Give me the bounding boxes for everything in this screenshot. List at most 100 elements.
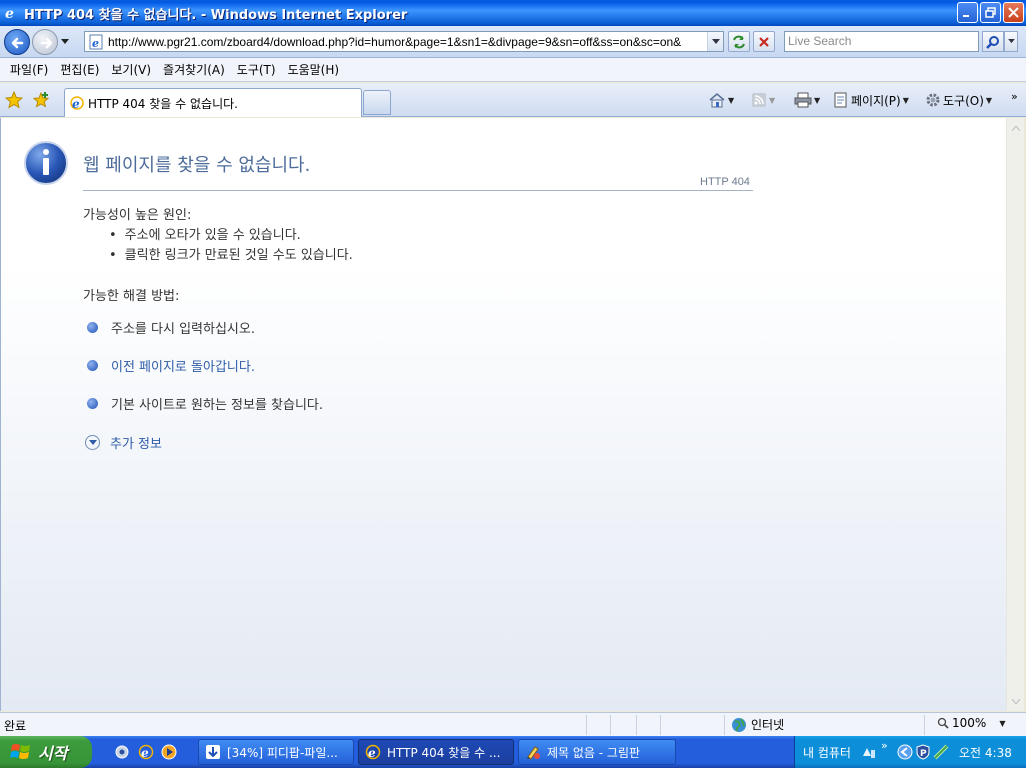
address-dropdown-button[interactable]	[707, 32, 723, 51]
address-bar[interactable]: e http://www.pgr21.com/zboard4/download.…	[84, 31, 724, 52]
more-info-label[interactable]: 추가 정보	[110, 433, 162, 452]
divider	[83, 190, 753, 191]
divider	[586, 715, 587, 735]
star-icon	[5, 91, 23, 109]
zoom-icon	[937, 717, 949, 729]
error-code: HTTP 404	[700, 176, 750, 188]
tools-menu-button[interactable]: 도구(O) ▼	[925, 90, 992, 110]
new-tab-button[interactable]	[363, 90, 391, 115]
svg-text:P: P	[920, 749, 927, 759]
svg-text:e: e	[141, 746, 149, 760]
svg-text:e: e	[72, 97, 80, 111]
ie-icon: e	[5, 6, 14, 21]
start-button[interactable]: 시작	[0, 736, 92, 768]
status-text: 완료	[4, 719, 27, 733]
back-button[interactable]	[4, 29, 30, 55]
search-input[interactable]: Live Search	[784, 31, 979, 52]
network-icon[interactable]	[933, 744, 949, 760]
shield-icon[interactable]: P	[915, 744, 931, 760]
taskbar-item-paint[interactable]: 제목 없음 - 그림판	[518, 739, 676, 765]
window-controls	[957, 2, 1024, 23]
print-icon	[794, 92, 812, 108]
task-label: 제목 없음 - 그림판	[547, 745, 641, 760]
chevron-down-icon	[711, 38, 720, 44]
taskbar: 시작 e [34%] 피디팝-파일... e HTTP 404 찾을 수 ...…	[0, 736, 1026, 768]
print-button[interactable]: ▼	[794, 90, 820, 110]
menu-tools[interactable]: 도구(T)	[231, 61, 282, 78]
windows-logo-icon	[10, 744, 30, 759]
refresh-button[interactable]	[728, 31, 750, 52]
zoom-control[interactable]: 100% ▼	[937, 716, 1005, 730]
tray-toolbar-label[interactable]: 내 컴퓨터	[803, 744, 851, 761]
title-bar[interactable]: e HTTP 404 찾을 수 없습니다. - Windows Internet…	[0, 0, 1026, 26]
forward-button[interactable]	[32, 29, 58, 55]
solution-text: 주소를 다시 입력하십시오.	[111, 322, 255, 337]
divider	[724, 715, 725, 735]
vertical-scrollbar[interactable]	[1006, 118, 1024, 711]
mixer-icon[interactable]	[861, 744, 877, 760]
quicklaunch-media-icon[interactable]	[161, 744, 177, 760]
menu-favorites[interactable]: 즐겨찾기(A)	[157, 61, 231, 78]
menu-edit[interactable]: 편집(E)	[54, 61, 105, 78]
security-zone[interactable]: 인터넷	[731, 716, 784, 733]
tab-current[interactable]: e HTTP 404 찾을 수 없습니다.	[64, 88, 362, 117]
divider	[636, 715, 637, 735]
rss-feed-icon	[752, 93, 766, 107]
quicklaunch-ie-icon[interactable]: e	[138, 744, 154, 760]
chevron-down-icon: ▼	[769, 95, 776, 105]
more-commands-button[interactable]: »	[1011, 86, 1018, 106]
url-field[interactable]: http://www.pgr21.com/zboard4/download.ph…	[108, 35, 707, 49]
cause-list: 주소에 오타가 있을 수 있습니다. 클릭한 링크가 만료된 것일 수도 있습니…	[109, 224, 353, 264]
menu-help[interactable]: 도움말(H)	[282, 61, 346, 78]
go-back-link[interactable]: 이전 페이지로 돌아갑니다.	[87, 356, 255, 375]
stop-button[interactable]	[753, 31, 775, 52]
search-options-button[interactable]	[1004, 31, 1018, 52]
menu-view[interactable]: 보기(V)	[105, 61, 157, 78]
close-button[interactable]	[1003, 2, 1024, 23]
tray-expand-button[interactable]: »	[881, 739, 888, 752]
taskbar-item-download[interactable]: [34%] 피디팝-파일...	[198, 739, 354, 765]
chevron-down-icon: ▼	[728, 95, 735, 105]
scroll-up-button[interactable]	[1008, 120, 1024, 136]
bullet-icon	[87, 360, 98, 371]
solution-text[interactable]: 이전 페이지로 돌아갑니다.	[111, 356, 255, 375]
page-menu-button[interactable]: 페이지(P) ▼	[833, 90, 909, 110]
scroll-down-button[interactable]	[1008, 693, 1024, 709]
add-star-icon	[32, 91, 50, 108]
chevron-down-icon: ▼	[814, 95, 821, 105]
start-label: 시작	[38, 744, 68, 763]
zoom-level: 100%	[952, 716, 987, 730]
cause-heading: 가능성이 높은 원인:	[83, 208, 192, 223]
chevron-down-icon: ▼	[902, 95, 909, 105]
restore-button[interactable]	[980, 2, 1001, 23]
add-favorites-button[interactable]	[31, 90, 51, 110]
quicklaunch-settings-icon[interactable]	[114, 744, 130, 760]
list-item: 주소에 오타가 있을 수 있습니다.	[109, 224, 353, 244]
list-item: 클릭한 링크가 만료된 것일 수도 있습니다.	[109, 244, 353, 264]
gear-icon	[926, 93, 940, 107]
bullet-icon	[87, 322, 98, 333]
forward-arrow-icon	[40, 37, 53, 49]
history-dropdown-icon[interactable]	[61, 39, 69, 45]
home-button[interactable]: ▼	[708, 90, 734, 110]
more-info-link[interactable]: 추가 정보	[85, 433, 162, 452]
status-bar: 완료 인터넷 100% ▼	[0, 712, 1026, 736]
system-tray: 내 컴퓨터 » P 오전 4:38	[794, 736, 1026, 768]
task-label: HTTP 404 찾을 수 ...	[387, 745, 501, 760]
taskbar-item-ie[interactable]: e HTTP 404 찾을 수 ...	[358, 739, 514, 765]
info-icon	[24, 141, 68, 185]
menu-file[interactable]: 파일(F)	[4, 61, 54, 78]
page-title: 웹 페이지를 찾을 수 없습니다.	[83, 155, 311, 176]
divider	[660, 715, 661, 735]
task-label: [34%] 피디팝-파일...	[227, 745, 338, 760]
solution-item: 기본 사이트로 원하는 정보를 찾습니다.	[87, 394, 323, 413]
ie-icon: e	[365, 744, 381, 760]
close-icon	[1008, 7, 1019, 18]
chevron-up-icon	[1012, 125, 1020, 131]
minimize-button[interactable]	[957, 2, 978, 23]
tray-back-icon[interactable]	[897, 744, 913, 760]
favorites-center-button[interactable]	[4, 90, 24, 110]
home-icon	[709, 93, 725, 108]
search-button[interactable]	[982, 31, 1004, 52]
feeds-button[interactable]: ▼	[751, 90, 775, 110]
